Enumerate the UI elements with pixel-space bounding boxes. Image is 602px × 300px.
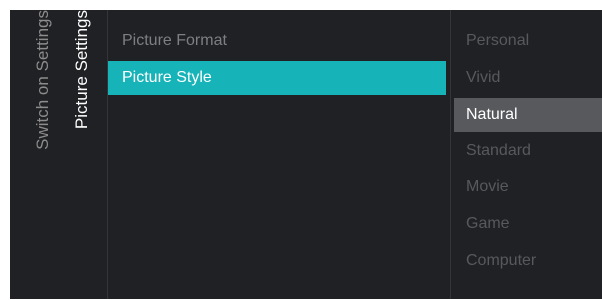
option-game[interactable]: Game <box>454 207 602 241</box>
option-natural[interactable]: Natural <box>454 98 602 132</box>
menu-item-picture-format[interactable]: Picture Format <box>108 24 446 58</box>
option-label: Game <box>466 215 510 232</box>
option-standard[interactable]: Standard <box>454 134 602 168</box>
breadcrumb-current-label: Picture Settings <box>72 10 91 130</box>
breadcrumb-current: Picture Settings <box>62 10 102 299</box>
breadcrumb-parent-label: Switch on Settings <box>33 10 52 150</box>
tv-settings-screen: Switch on Settings Picture Settings Pict… <box>10 10 602 299</box>
option-label: Personal <box>466 32 530 49</box>
option-computer[interactable]: Computer <box>454 244 602 278</box>
option-vivid[interactable]: Vivid <box>454 61 602 95</box>
breadcrumb-parent[interactable]: Switch on Settings <box>28 10 58 299</box>
option-movie[interactable]: Movie <box>454 170 602 204</box>
option-personal[interactable]: Personal <box>454 24 602 58</box>
option-label: Natural <box>466 106 518 123</box>
option-label: Movie <box>466 178 509 195</box>
menu-item-label: Picture Style <box>122 69 212 86</box>
options-divider <box>450 10 451 299</box>
menu-item-label: Picture Format <box>122 32 227 49</box>
option-label: Standard <box>466 142 531 159</box>
menu-item-picture-style[interactable]: Picture Style <box>108 61 446 95</box>
option-label: Vivid <box>466 69 501 86</box>
option-label: Computer <box>466 252 537 269</box>
